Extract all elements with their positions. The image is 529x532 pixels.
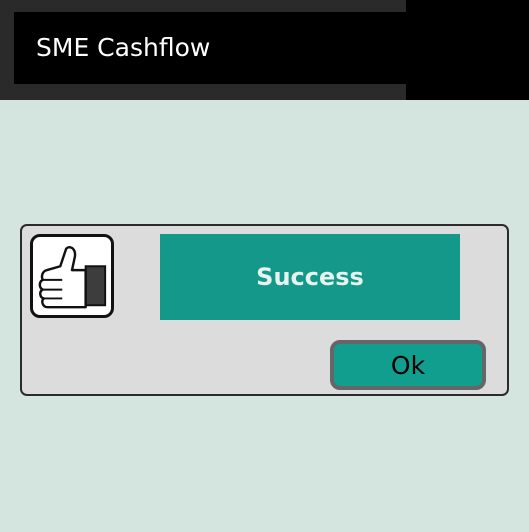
success-banner: Success bbox=[160, 234, 460, 320]
app-title: SME Cashflow bbox=[36, 33, 211, 62]
ok-button[interactable]: Ok bbox=[330, 340, 486, 390]
title-bar-edge-top bbox=[0, 0, 406, 12]
ok-button-label: Ok bbox=[390, 350, 426, 380]
success-dialog: Success Ok bbox=[20, 224, 509, 396]
title-bar: SME Cashflow bbox=[0, 0, 529, 100]
thumbs-up-icon bbox=[30, 234, 114, 318]
title-bar-edge-bottom bbox=[0, 84, 406, 100]
success-message: Success bbox=[256, 263, 364, 291]
